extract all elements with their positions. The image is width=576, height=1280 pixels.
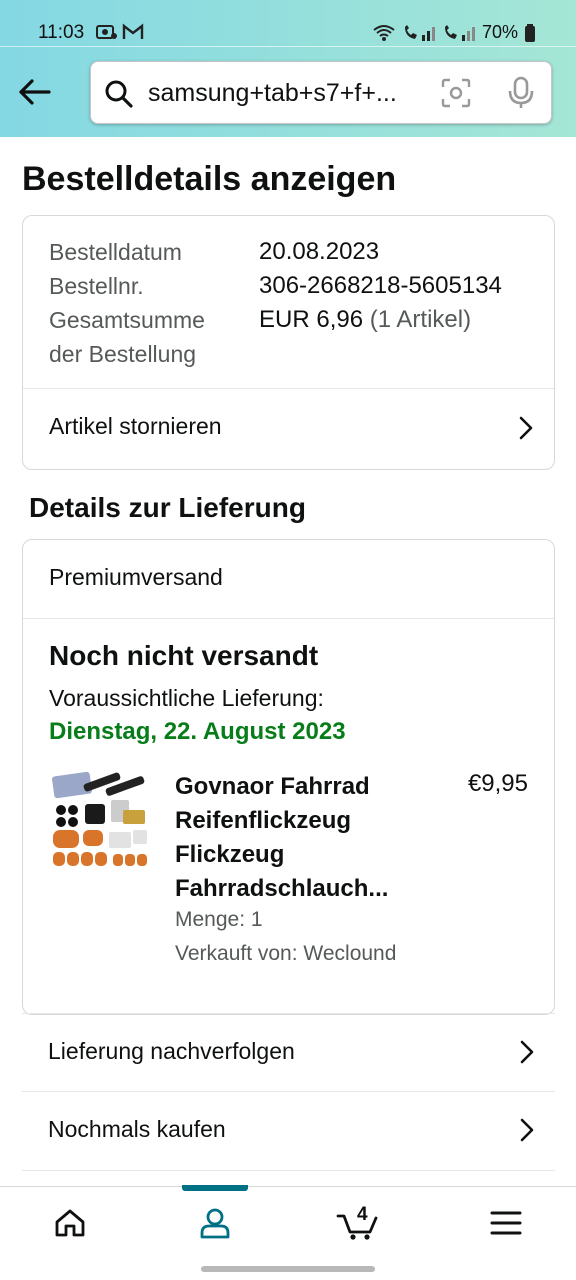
buy-again-row[interactable]: Nochmals kaufen: [22, 1092, 555, 1171]
order-number-value: 306-2668218-5605134: [259, 272, 502, 299]
nav-home[interactable]: [20, 1187, 120, 1259]
nav-menu[interactable]: [456, 1187, 556, 1259]
home-icon: [55, 1209, 85, 1237]
account-icon: [200, 1208, 230, 1239]
product-image[interactable]: [49, 770, 153, 874]
expected-delivery-date: Dienstag, 22. August 2023: [49, 718, 346, 745]
arrow-left-icon: [19, 79, 51, 105]
order-total-label-line2: der Bestellung: [49, 341, 197, 367]
status-right: 70%: [372, 22, 536, 43]
microphone-icon[interactable]: [507, 76, 535, 110]
header-area: 11:03 70% samsung+tab+s7+f+...: [0, 0, 576, 137]
expected-delivery-label: Voraussichtliche Lieferung:: [49, 685, 324, 711]
order-date-value: 20.08.2023: [259, 238, 380, 265]
search-icon: [105, 80, 133, 108]
product-price: €9,95: [467, 770, 528, 797]
status-time: 11:03: [38, 22, 85, 43]
order-item-count: (1 Artikel): [369, 306, 472, 333]
shipment-status: Noch nicht versandt: [49, 640, 319, 671]
track-delivery-label: Lieferung nachverfolgen: [48, 1038, 295, 1064]
gmail-icon: [122, 23, 144, 39]
call-signal-2-icon: [444, 24, 475, 41]
bottom-navigation: [0, 1185, 576, 1259]
gesture-bar[interactable]: [201, 1266, 375, 1272]
card-divider: [23, 618, 554, 619]
page-title: Bestelldetails anzeigen: [22, 160, 397, 198]
search-bar[interactable]: samsung+tab+s7+f+...: [90, 61, 552, 124]
order-total-amount: EUR 6,96: [259, 306, 364, 333]
camera-scan-icon[interactable]: [441, 78, 471, 108]
product-quantity: Menge: 1: [175, 908, 263, 931]
chevron-right-icon: [520, 1118, 534, 1142]
status-divider: [0, 46, 576, 47]
buy-again-label: Nochmals kaufen: [48, 1116, 226, 1142]
cart-count-badge: 4: [357, 1204, 368, 1225]
track-delivery-row[interactable]: Lieferung nachverfolgen: [22, 1013, 555, 1092]
battery-icon: [525, 23, 535, 42]
photo-notification-icon: [96, 25, 117, 39]
order-date-label: Bestelldatum: [49, 239, 182, 265]
wifi-icon: [373, 24, 395, 41]
cancel-items-row[interactable]: Artikel stornieren: [23, 389, 554, 469]
chevron-right-icon: [520, 1040, 534, 1064]
product-seller: Verkauft von: Weclound: [175, 942, 397, 965]
menu-icon: [490, 1211, 522, 1235]
product-title[interactable]: Govnaor Fahrrad Reifenflickzeug Flickzeu…: [175, 770, 445, 906]
cancel-items-label: Artikel stornieren: [49, 413, 222, 439]
shipping-type: Premiumversand: [49, 564, 223, 590]
delivery-card: Premiumversand Noch nicht versandt Vorau…: [22, 539, 555, 1015]
notification-icons: [96, 23, 144, 41]
order-total-label-line1: Gesamtsumme: [49, 307, 205, 333]
order-number-label: Bestellnr.: [49, 273, 144, 299]
chevron-right-icon: [519, 416, 533, 440]
delivery-section-title: Details zur Lieferung: [29, 492, 306, 523]
nav-account[interactable]: [165, 1187, 265, 1259]
search-input[interactable]: samsung+tab+s7+f+...: [148, 79, 428, 108]
call-signal-1-icon: [404, 24, 435, 41]
back-button[interactable]: [14, 74, 54, 110]
order-summary-card: Bestelldatum 20.08.2023 Bestellnr. 306-2…: [22, 215, 555, 470]
order-total-value: EUR 6,96 (1 Artikel): [259, 303, 471, 337]
battery-percent: 70%: [481, 22, 518, 42]
status-bar: 11:03 70%: [0, 18, 576, 48]
